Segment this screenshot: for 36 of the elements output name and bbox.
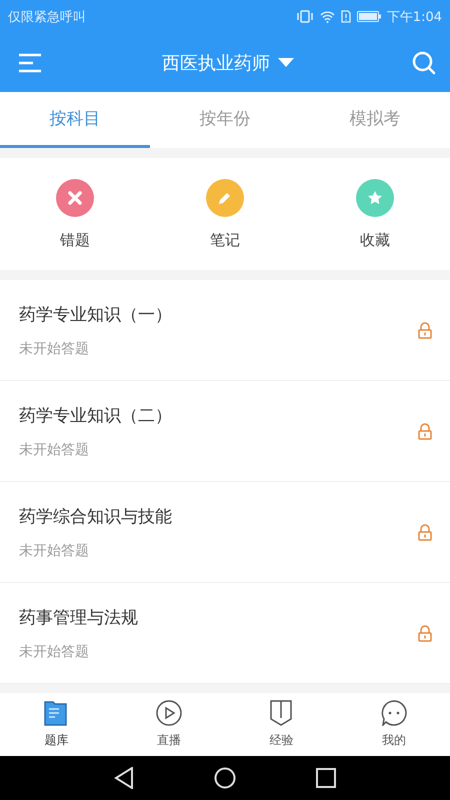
search-button[interactable] <box>412 50 436 74</box>
battery-icon <box>356 11 381 22</box>
progress-status: 未开始答题 <box>19 642 90 660</box>
shortcut-button[interactable]: 错题 <box>0 158 150 270</box>
wifi-icon <box>320 10 335 22</box>
app-title: 西医执业药师 <box>162 52 270 74</box>
nav-tab[interactable]: 直播 <box>112 693 225 756</box>
play-icon <box>156 700 182 726</box>
nav-tab[interactable]: 题库 <box>0 693 112 756</box>
progress-status: 未开始答题 <box>19 542 90 560</box>
book-icon <box>270 700 292 726</box>
menu-button[interactable] <box>18 52 44 72</box>
back-button[interactable] <box>114 767 134 789</box>
subject-title: 药学综合知识与技能 <box>19 506 173 528</box>
carrier-text: 仅限紧急呼叫 <box>8 8 86 26</box>
subject-title: 药学专业知识（一） <box>19 304 173 326</box>
folder-icon <box>44 700 68 726</box>
subject-title: 药事管理与法规 <box>19 606 139 628</box>
progress-status: 未开始答题 <box>19 440 90 458</box>
vibrate-icon <box>296 10 314 23</box>
subject-row[interactable]: 药学专业知识（一） 未开始答题 <box>0 280 450 380</box>
subject-row[interactable]: 药学专业知识（二） 未开始答题 <box>0 381 450 481</box>
subject-row[interactable]: 药事管理与法规 未开始答题 <box>0 583 450 683</box>
sim-icon <box>340 10 351 23</box>
dropdown-caret-icon[interactable] <box>278 58 294 68</box>
clock-text: 下午1:04 <box>386 8 442 26</box>
home-button[interactable] <box>214 767 236 789</box>
subject-row[interactable]: 药学综合知识与技能 未开始答题 <box>0 482 450 582</box>
nav-tab[interactable]: 我的 <box>338 693 450 756</box>
shortcut-button[interactable]: 笔记 <box>150 158 300 270</box>
chat-bubble-icon <box>380 700 407 726</box>
recents-button[interactable] <box>316 768 336 788</box>
subject-title: 药学专业知识（二） <box>19 404 173 426</box>
nav-tab[interactable]: 经验 <box>225 693 338 756</box>
shortcut-button[interactable]: 收藏 <box>300 158 450 270</box>
progress-status: 未开始答题 <box>19 340 90 358</box>
